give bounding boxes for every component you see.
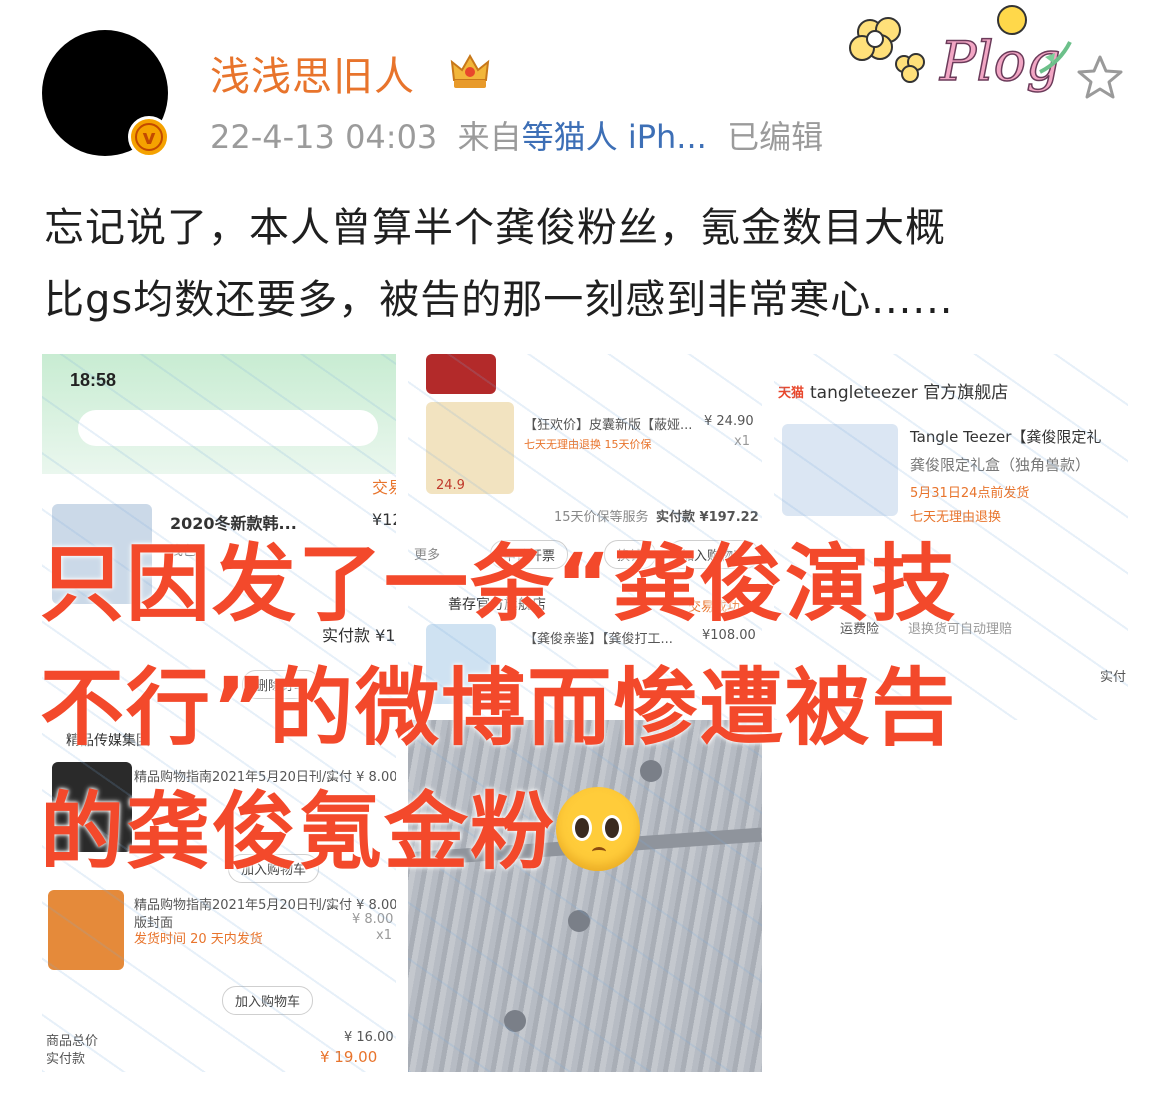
trade-label: 交易 [372, 478, 396, 497]
from-label: 来自 [457, 118, 522, 156]
paid2-value: ¥ 19.00 [320, 1048, 378, 1066]
item-price: ¥ 24.90 [704, 414, 754, 429]
timestamp: 22-4-13 04:03 [210, 118, 438, 156]
pleading-face-icon [556, 787, 641, 871]
edited-label[interactable]: 已编辑 [727, 118, 823, 156]
item3-qty: x1 [376, 928, 392, 943]
overlay-line-2: 不行”的微博而惨遭被告 [40, 659, 958, 757]
post-text: 忘记说了，本人曾算半个龚俊粉丝，氪金数目大概 比gs均数还要多，被告的那一刻感到… [44, 192, 1134, 336]
magazine-thumb-2 [48, 890, 124, 970]
status-time: 18:58 [70, 370, 117, 390]
item3-title: 精品购物指南2021年5月20日刊/... [134, 898, 339, 913]
post-text-line-2: 比gs均数还要多，被告的那一刻感到非常寒心...... [44, 277, 954, 323]
post-meta: 22-4-13 04:03 来自等猫人 iPh... 已编辑 [210, 112, 823, 158]
ship-note: 5月31日24点前发货 [910, 486, 1030, 501]
item3-orig: ¥ 8.00 [352, 912, 394, 927]
total-label: 商品总价 [46, 1034, 99, 1049]
add-cart-button-2[interactable]: 加入购物车 [222, 986, 314, 1015]
item-sub: 龚俊限定礼盒（独角兽款） [910, 456, 1091, 474]
overlay-caption: 只因发了一条“龚俊演技 不行”的微博而惨遭被告 的龚俊氪金粉 [40, 522, 1140, 894]
paid2-label: 实付款 [46, 1052, 86, 1067]
crown-icon [450, 53, 490, 88]
item-tags: 七天无理由退换 15天价保 [524, 438, 652, 451]
source-link[interactable]: 等猫人 iPh... [522, 118, 707, 156]
item-qty: x1 [734, 434, 750, 449]
item-title: 【狂欢价】皮囊新版【蔽娅... [524, 418, 693, 433]
overlay-line-1: 只因发了一条“龚俊演技 [40, 535, 958, 633]
post-text-line-1: 忘记说了，本人曾算半个龚俊粉丝，氪金数目大概 [44, 205, 946, 251]
plog-sticker: Plog [849, 5, 1072, 94]
item-title: Tangle Teezer【龚俊限定礼 [910, 428, 1102, 446]
hairbrush-thumb [782, 424, 898, 516]
shop-name: tangleteezer 官方旗舰店 [810, 383, 1009, 403]
search-bar [78, 410, 378, 446]
overlay-line-3-text: 的龚俊氪金粉 [40, 783, 557, 881]
username[interactable]: 浅浅思旧人 [210, 44, 415, 102]
verified-v-icon: v [128, 116, 170, 158]
book-price: 24.9 [436, 478, 465, 493]
total-value: ¥ 16.00 [344, 1030, 394, 1045]
tmall-badge: 天猫 [778, 386, 805, 401]
item3-ship: 发货时间 20 天内发货 [134, 932, 263, 947]
book-box-thumb [426, 354, 496, 394]
overlay-line-3: 的龚俊氪金粉 [40, 770, 1140, 894]
star-icon[interactable] [1074, 52, 1126, 104]
item3-price: 实付 ¥ 8.00 [326, 898, 396, 913]
sticker-text: Plog [939, 30, 1061, 93]
